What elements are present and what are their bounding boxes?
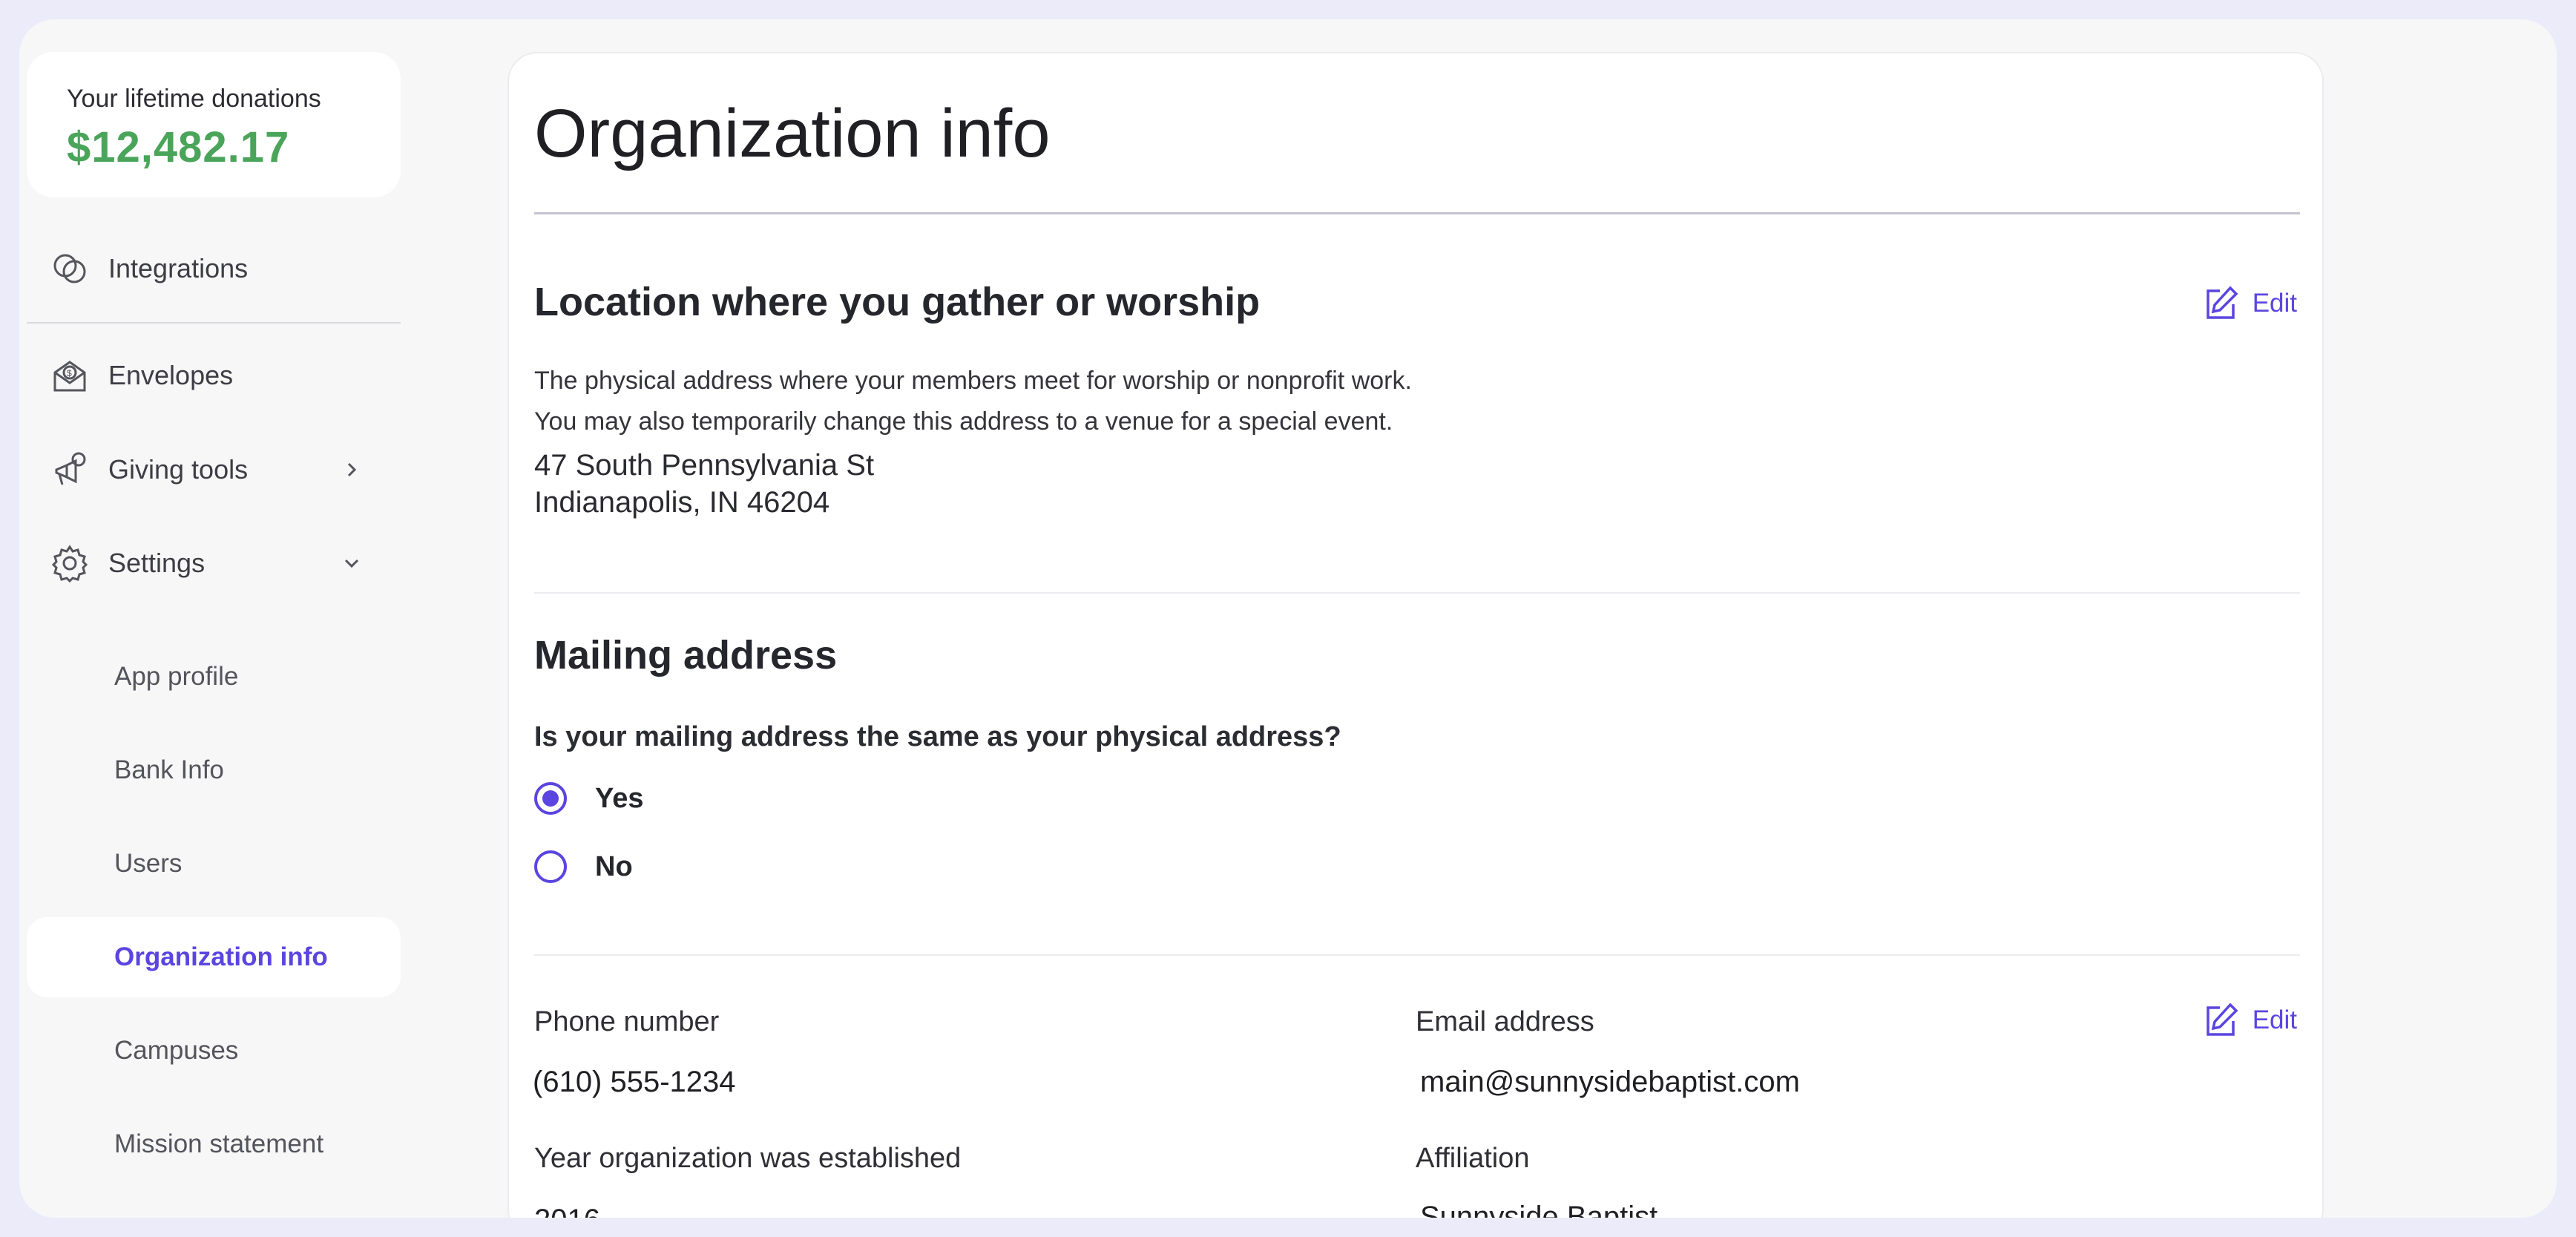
gear-icon [49,542,91,584]
app-frame: Your lifetime donations $12,482.17 Integ… [19,19,2557,1218]
sidebar-item-label: Settings [108,548,206,578]
contact-edit-button[interactable]: Edit [2201,1000,2297,1040]
sidebar-item-giving-tools[interactable]: Giving tools [27,433,401,507]
organization-info-panel: Organization info Location where you gat… [507,52,2324,1218]
sidebar-item-label: Giving tools [108,454,249,485]
sidebar-item-users[interactable]: Users [27,824,401,904]
sidebar-item-bank-info[interactable]: Bank Info [27,730,401,810]
mailing-question: Is your mailing address the same as your… [534,721,1341,752]
section-divider [534,954,2300,956]
giving-tools-icon [49,449,91,490]
sidebar-item-settings[interactable]: Settings [27,526,401,600]
sidebar-item-label: Integrations [108,253,249,283]
radio-button[interactable] [534,850,567,883]
radio-option-yes[interactable]: Yes [534,782,644,815]
radio-button-selected[interactable] [534,782,567,815]
radio-label: No [595,850,633,882]
edit-icon [2206,1003,2238,1036]
affiliation-label: Affiliation [1416,1143,1530,1174]
section-divider [534,592,2300,594]
edit-label: Edit [2252,1005,2297,1034]
envelope-dollar-icon: $ [49,355,91,396]
affiliation-value: Sunnyside Baptist [1420,1201,1658,1218]
integrations-icon [49,248,91,289]
edit-icon [2206,286,2238,319]
email-value: main@sunnysidebaptist.com [1420,1066,1800,1098]
mailing-section-title: Mailing address [534,633,838,677]
chevron-down-icon [344,559,359,568]
sidebar-item-campuses[interactable]: Campuses [27,1011,401,1091]
sidebar-item-label: Envelopes [108,360,234,390]
year-established-value: 2016 [534,1204,600,1218]
sidebar-item-organization-info[interactable]: Organization info [27,917,401,997]
phone-label: Phone number [534,1006,720,1037]
page-title: Organization info [534,96,1051,171]
address-line2: Indianapolis, IN 46204 [534,486,830,519]
edit-label: Edit [2252,289,2297,318]
title-divider [534,212,2300,214]
location-description-line1: The physical address where your members … [534,367,1412,395]
donations-label: Your lifetime donations [67,85,321,113]
sidebar-item-envelopes[interactable]: $ Envelopes [27,338,401,413]
svg-text:$: $ [67,368,72,378]
location-section-title: Location where you gather or worship [534,280,1261,324]
location-description-line2: You may also temporarily change this add… [534,407,1393,436]
sidebar-divider [27,322,401,324]
location-edit-button[interactable]: Edit [2201,283,2297,324]
address-line1: 47 South Pennsylvania St [534,449,875,482]
email-label: Email address [1416,1006,1594,1037]
sidebar-item-integrations[interactable]: Integrations [27,232,401,306]
year-established-label: Year organization was established [534,1143,962,1174]
donations-amount: $12,482.17 [67,123,290,171]
location-description: The physical address where your members … [534,361,1412,442]
radio-option-no[interactable]: No [534,850,633,883]
sidebar-item-app-profile[interactable]: App profile [27,637,401,717]
lifetime-donations-card: Your lifetime donations $12,482.17 [27,52,401,197]
radio-label: Yes [595,782,644,814]
physical-address: 47 South Pennsylvania St Indianapolis, I… [534,447,874,521]
sidebar-item-mission-statement[interactable]: Mission statement [27,1104,401,1184]
phone-value: (610) 555-1234 [533,1066,736,1098]
chevron-right-icon [347,462,357,477]
